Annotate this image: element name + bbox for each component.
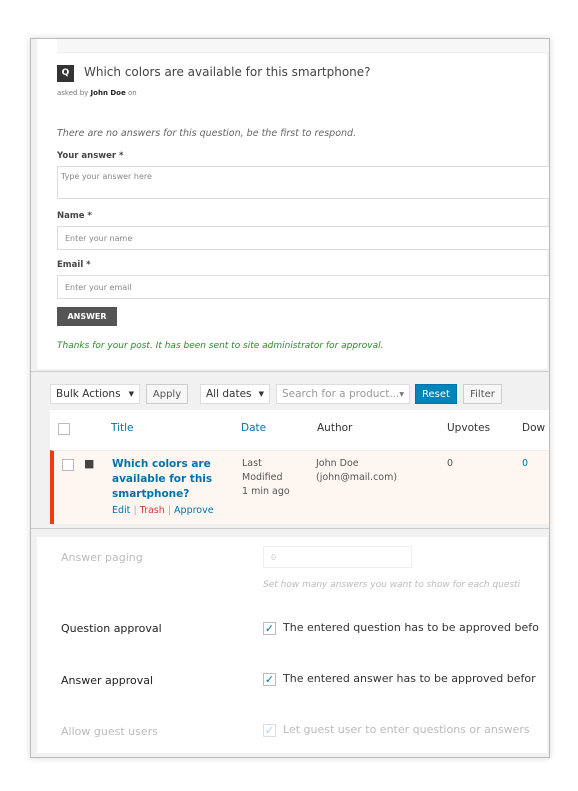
asked-by: asked by John Doe on [57, 89, 137, 97]
trash-link[interactable]: Trash [140, 505, 165, 516]
tabs-strip [57, 39, 549, 53]
answer-label: Your answer * [57, 151, 124, 161]
answer-paging-hint: Set how many answers you want to show fo… [263, 580, 521, 590]
column-downvotes: Dow [522, 422, 546, 434]
answer-approval-label: Answer approval [61, 674, 154, 687]
allow-guest-label: Allow guest users [61, 725, 158, 738]
settings-panel: Answer paging 0 Set how many answers you… [37, 537, 547, 753]
edit-link[interactable]: Edit [112, 505, 130, 516]
reset-button[interactable]: Reset [415, 384, 457, 404]
allow-guest-checkbox[interactable]: ✓ [263, 724, 276, 737]
author-name[interactable]: John Doe [91, 89, 126, 97]
row-upvotes: 0 [447, 458, 454, 469]
comment-icon: ■ [84, 457, 95, 470]
name-label: Name * [57, 211, 92, 221]
column-title[interactable]: Title [111, 422, 134, 434]
column-date[interactable]: Date [241, 422, 266, 434]
approve-link[interactable]: Approve [174, 505, 214, 516]
column-author: Author [317, 422, 353, 434]
questions-list-panel: Bulk Actions ▼ Apply All dates ▼ Search fo… [31, 371, 549, 529]
apply-button[interactable]: Apply [146, 384, 188, 404]
question-approval-checkbox[interactable]: ✓ [263, 622, 276, 635]
screenshot-frame: Q Which colors are available for this sm… [30, 38, 550, 758]
row-date: Last Modified 1 min ago [242, 458, 290, 497]
row-author: John Doe (john@mail.com) [316, 458, 398, 483]
answer-approval-checkbox[interactable]: ✓ [263, 673, 276, 686]
questions-table: Title Date Author Upvotes Dow ■ Which co… [50, 410, 549, 524]
question-approval-label: Question approval [61, 622, 162, 635]
allow-guest-text: Let guest user to enter questions or ans… [283, 723, 530, 736]
table-row: ■ Which colors are available for this sm… [50, 450, 549, 524]
row-downvotes: 0 [522, 458, 529, 469]
question-title: Which colors are available for this smar… [84, 65, 371, 79]
thanks-message: Thanks for your post. It has been sent t… [57, 341, 384, 351]
filter-button[interactable]: Filter [463, 384, 502, 404]
dates-select[interactable]: All dates ▼ [200, 384, 270, 404]
row-actions: Edit | Trash | Approve [112, 505, 214, 516]
column-upvotes: Upvotes [447, 422, 491, 434]
question-badge: Q [57, 65, 74, 82]
question-approval-text: The entered question has to be approved … [283, 621, 539, 634]
email-input[interactable]: Enter your email [57, 275, 549, 299]
answer-approval-text: The entered answer has to be approved be… [283, 672, 536, 685]
row-title-link[interactable]: Which colors are available for this smar… [112, 457, 217, 502]
row-checkbox[interactable] [62, 459, 74, 471]
caret-down-icon: ▼ [258, 390, 264, 398]
product-search-select[interactable]: Search for a product... ▼ [276, 384, 410, 404]
answer-textarea[interactable]: Type your answer here [57, 166, 549, 199]
no-answers-message: There are no answers for this question, … [57, 128, 357, 139]
answer-button[interactable]: ANSWER [57, 307, 117, 326]
select-all-checkbox[interactable] [58, 423, 70, 435]
caret-down-icon: ▼ [128, 390, 134, 398]
caret-down-icon: ▼ [399, 390, 404, 398]
bulk-actions-select[interactable]: Bulk Actions ▼ [50, 384, 140, 404]
name-input[interactable]: Enter your name [57, 226, 549, 250]
email-label: Email * [57, 260, 91, 270]
answer-paging-input[interactable]: 0 [263, 546, 412, 568]
question-panel: Q Which colors are available for this sm… [37, 39, 549, 369]
answer-paging-label: Answer paging [61, 551, 143, 564]
